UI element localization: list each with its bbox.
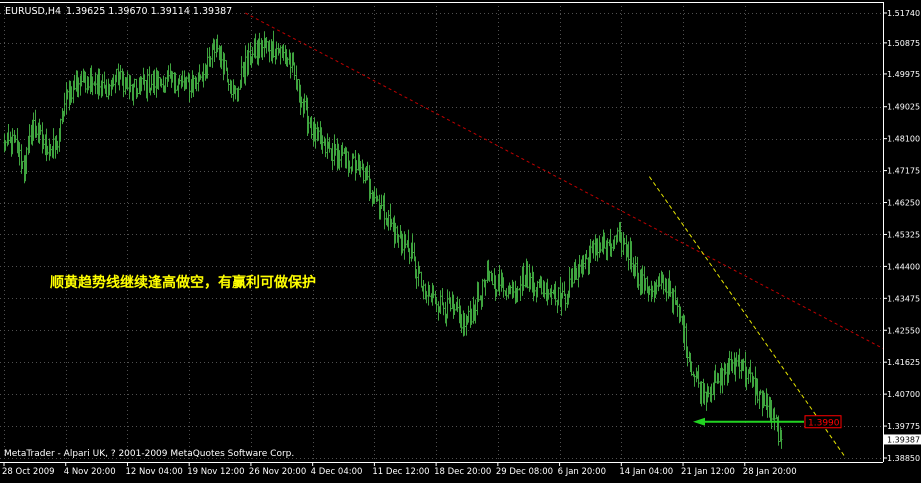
x-tick-label: 18 Dec 20:00	[434, 467, 491, 477]
x-tick-label: 4 Dec 04:00	[311, 467, 363, 477]
y-tick-label: 1.50875	[887, 39, 920, 48]
price-marker-label[interactable]: 1.3990	[804, 415, 842, 429]
y-tick-label: 1.40700	[887, 390, 920, 399]
x-tick-label: 19 Nov 12:00	[187, 467, 244, 477]
x-tick-label: 6 Jan 20:00	[558, 467, 606, 477]
marker-price-text: 1.3990	[808, 418, 840, 428]
x-tick-label: 29 Dec 08:00	[496, 467, 553, 477]
y-tick-label: 1.48100	[887, 135, 920, 144]
y-tick-label: 1.49975	[887, 70, 920, 79]
x-tick-label: 26 Nov 20:00	[249, 467, 306, 477]
current-price-text: 1.39387	[887, 435, 920, 444]
chart-background	[0, 0, 921, 479]
x-tick-label: 4 Nov 20:00	[64, 467, 116, 477]
y-tick-label: 1.44400	[887, 262, 920, 271]
y-tick-label: 1.51740	[887, 9, 920, 18]
symbol-label: EURUSD,H4	[5, 6, 61, 17]
annotation-text: 顺黄趋势线继续逢高做空，有赢利可做保护	[50, 274, 316, 291]
x-tick-label: 28 Jan 20:00	[743, 467, 797, 477]
y-axis-labels: 1.51740 1.50875 1.49975 1.49025 1.48100 1.471…	[883, 9, 920, 463]
y-tick-label: 1.47175	[887, 167, 920, 176]
y-tick-label: 1.46250	[887, 199, 920, 208]
price-chart: 1.3990 EURUSD,H4 1.39625 1.39670 1.39114…	[0, 0, 921, 479]
current-price-label: 1.39387	[884, 434, 921, 445]
y-tick-label: 1.41625	[887, 358, 920, 367]
y-tick-label: 1.39775	[887, 422, 920, 431]
y-tick-label: 1.45325	[887, 230, 920, 239]
ohlc-values: 1.39625 1.39670 1.39114 1.39387	[66, 6, 232, 17]
y-tick-label: 1.38850	[887, 454, 920, 463]
x-tick-label: 12 Nov 04:00	[125, 467, 182, 477]
y-tick-label: 1.42550	[887, 326, 920, 335]
chart-area: 1.3990 EURUSD,H4 1.39625 1.39670 1.39114…	[0, 0, 921, 479]
x-tick-label: 21 Jan 12:00	[681, 467, 735, 477]
y-tick-label: 1.49025	[887, 103, 920, 112]
copyright-text: MetaTrader - Alpari UK, ? 2001-2009 Meta…	[4, 449, 294, 459]
x-tick-label: 28 Oct 2009	[2, 467, 55, 477]
x-tick-label: 11 Dec 12:00	[372, 467, 429, 477]
y-tick-label: 1.43475	[887, 294, 920, 303]
x-tick-label: 14 Jan 04:00	[619, 467, 673, 477]
